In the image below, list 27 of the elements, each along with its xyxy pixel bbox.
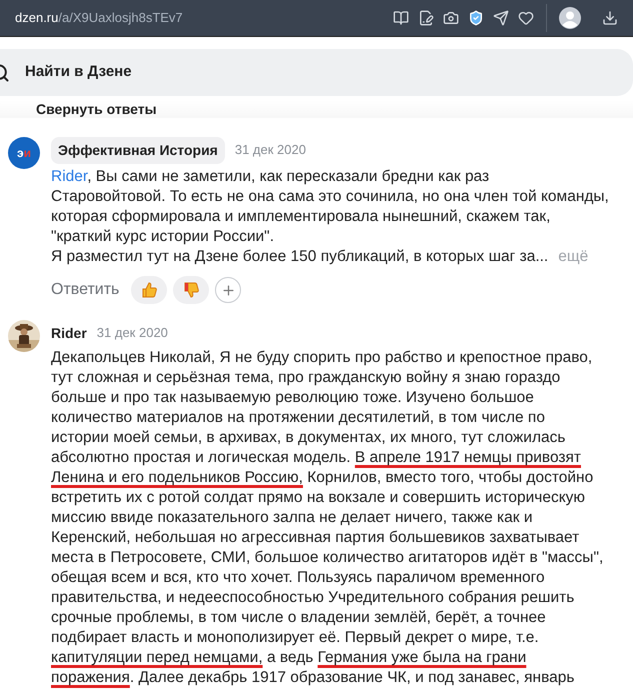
thumbs-up-icon [140,281,158,299]
mention-link[interactable]: Rider [51,168,88,185]
camera-icon[interactable] [443,10,459,26]
edit-icon[interactable] [418,10,434,26]
plus-icon [220,282,236,298]
heart-icon[interactable] [518,10,534,26]
profile-icon[interactable] [559,7,581,29]
comment-date: 31 дек 2020 [234,141,306,160]
like-button[interactable] [131,276,168,304]
dislike-button[interactable] [173,276,210,304]
reply-button[interactable]: Ответить [51,278,120,302]
add-reaction-button[interactable] [215,277,242,303]
thumbs-down-icon [182,281,200,299]
comment-text: Декапольцев Николай, Я не буду спорить про рабство и крепостное право, тут сложная и серьёзная тема, про гражданскую войну я знаю гораздо больше и про так называемую революцию тоже. Изучено большое количество материалов на протяжении десятилетий, в том числе по истории моей семьи, в архивах, в документах, их много, тут сложилась абсолютно простая и логическая модель. В апреле 1917 немцы привозят Ленина и его подельников Россию, Корнилов, вместо того, чтобы достойно встретить их с ротой солдат прямо на вокзале и совершить историческую миссию ввиде показательного залпа не делает ничего, также как и Керенский, небольшая но агрессивная партия большевиков захватывает места в Петросовете, СМИ, большое количество агитаторов идёт в "массы", обещая всем и вся, кто что хочет. Пользуясь параличом временного правительства, и недееспособностью Учредительного собрания решить срочные проблемы, в том числе о владении землёй, берёт, а точнее подбирает власть и монополизирует её. Первый декрет о мире, т.е. капитуляции перед немцами, а ведь Германия уже была на грани поражения. Далее декабрь 1917 образование ЧК, и под занавес, январь [51,348,604,688]
download-icon[interactable] [602,10,618,26]
search-field[interactable]: Найти в Дзене [0,49,633,96]
author-name[interactable]: Rider [51,322,87,344]
address-bar[interactable]: dzen.ru/a/X9Uaxlosjh8sTEv7 [15,8,393,28]
send-icon[interactable] [493,10,509,26]
shield-icon[interactable] [468,10,484,26]
collapse-replies-link[interactable]: Свернуть ответы [36,100,157,118]
comment-text: Rider, Вы сами не заметили, как пересказали бредни как раз Старовойтовой. То есть не она сама это сочинила, но она член той команды, которая сформировала и имплементировала нынешний, скажем так, "краткий курс истории России". [51,167,610,247]
book-icon[interactable] [393,10,409,26]
author-name[interactable]: Эффективная История [51,136,225,164]
comment-date: 31 дек 2020 [96,324,168,342]
comment-text: Я разместил тут на Дзене более 150 публикаций, в которых шаг за... ещё [51,247,590,267]
avatar-logo: эи [8,137,40,169]
